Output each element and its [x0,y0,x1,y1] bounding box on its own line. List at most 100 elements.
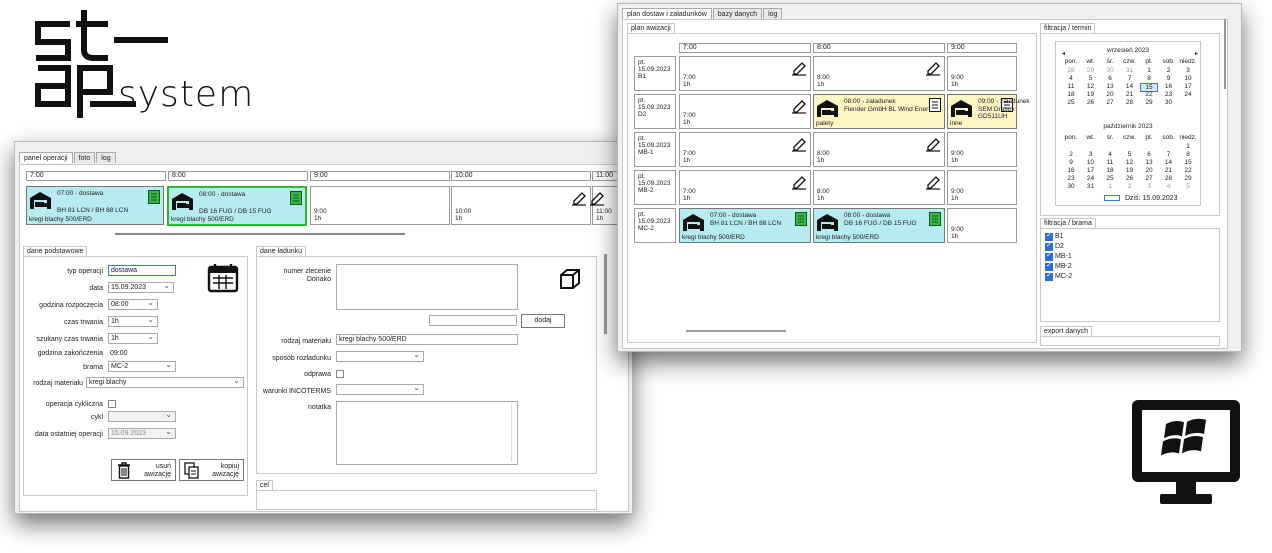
free-slot[interactable]: 8:00 1h [813,170,945,205]
pencil-icon[interactable] [925,136,941,152]
calendar-day[interactable]: 3 [1082,151,1100,158]
calendar-day[interactable]: 5 [1179,183,1197,190]
calendar-day[interactable]: 17 [1179,83,1197,90]
calendar-day[interactable]: 7 [1121,75,1139,82]
calendar-day[interactable]: 13 [1140,159,1158,166]
calendar-day[interactable]: 5 [1082,75,1100,82]
calendar-day[interactable]: 28 [1062,67,1080,74]
calendar-day[interactable]: 1 [1179,143,1197,150]
odprawa-checkbox[interactable] [336,370,344,378]
calendar-day[interactable]: 16 [1062,167,1080,174]
calendar-day[interactable]: 2 [1160,67,1178,74]
material-select[interactable]: kregi blachy [86,377,244,388]
tab-foto[interactable]: foto [73,152,96,163]
order-textarea[interactable] [336,264,518,310]
free-slot[interactable]: 10:00 1h [451,186,591,225]
calendar-day[interactable]: 24 [1179,91,1197,98]
timeline-scrollbar[interactable] [115,233,405,235]
calendar-day[interactable]: 12 [1121,159,1139,166]
calendar-day[interactable]: 23 [1160,91,1178,98]
duration-select[interactable]: 1h [108,316,158,327]
calendar-day[interactable]: 30 [1101,67,1119,74]
form-scrollbar[interactable] [604,254,607,334]
calendar-day[interactable]: 21 [1160,167,1178,174]
calendar-day[interactable]: 14 [1160,159,1178,166]
free-slot[interactable]: 8:00 1h [813,132,945,167]
calendar-day[interactable]: 4 [1062,75,1080,82]
cyclic-checkbox[interactable] [108,400,116,408]
event-card[interactable]: 07:00 - dostawa BH 81 LCN / BH 88 LCN kreg… [679,208,811,243]
calendar-day[interactable]: 3 [1140,183,1158,190]
calendar-day[interactable]: 9 [1160,75,1178,82]
cycle-select[interactable] [108,411,176,422]
copy-button[interactable]: kopiuj awizację [179,459,244,481]
gate-checkbox[interactable] [1045,231,1053,241]
calendar-day[interactable]: 4 [1160,183,1178,190]
pencil-icon[interactable] [791,136,807,152]
plan-scrollbar[interactable] [686,330,786,332]
start-select[interactable]: 08:00 [108,299,158,310]
calendar-day[interactable]: 22 [1179,167,1197,174]
calendar-day[interactable]: 30 [1062,183,1080,190]
calendar-day[interactable]: 25 [1062,99,1080,106]
calendar-day[interactable]: 29 [1082,67,1100,74]
calendar-day[interactable]: 13 [1101,83,1119,90]
search-duration-select[interactable]: 1h [108,333,158,344]
gate-checkbox[interactable] [1045,251,1053,261]
calendar-day[interactable]: 20 [1101,91,1119,98]
event-card-selected[interactable]: 08:00 - dostawa DB 16 FUG / DB 15 FUG kr… [167,186,307,226]
calendar-day[interactable]: 21 [1121,91,1139,98]
unload-select[interactable] [336,351,424,362]
tab-bazy-danych[interactable]: bazy danych [712,8,763,19]
today-label[interactable]: Dziś: 15.09.2023 [1125,195,1178,202]
free-slot[interactable]: 9:001h [947,56,1017,91]
note-scrollbar[interactable] [511,404,516,462]
free-slot[interactable]: 8:00 1h [813,56,945,91]
calendar-day[interactable]: 11 [1101,159,1119,166]
free-slot[interactable]: 9:001h [947,170,1017,205]
calendar-day[interactable]: 19 [1121,167,1139,174]
calendar-day[interactable]: 5 [1121,151,1139,158]
calendar-day[interactable]: 7 [1160,151,1178,158]
calendar-day[interactable]: 11 [1062,83,1080,90]
tab-log[interactable]: log [96,152,116,163]
calendar-day[interactable]: 31 [1121,67,1139,74]
calendar-day[interactable]: 1 [1140,67,1158,74]
calendar-day[interactable]: 29 [1140,99,1158,106]
calendar-day[interactable]: 18 [1062,91,1080,98]
pencil-icon[interactable] [791,60,807,76]
right-scrollbar[interactable] [1224,19,1226,89]
free-slot[interactable]: 9:001h [947,208,1017,243]
calendar-october[interactable]: październik 2023 pon. wt. śr. czw. pt. sob. nie… [1058,123,1198,203]
calendar-icon[interactable] [207,263,239,293]
calendar-day[interactable]: 28 [1121,99,1139,106]
event-card[interactable]: 09:00 - załadunek SEM Drasov GD511UH inne [947,94,1030,129]
free-slot[interactable]: 7:00 1h [679,94,811,129]
calendar-day[interactable]: 29 [1179,175,1197,182]
calendar-day[interactable]: 24 [1082,175,1100,182]
tab-plan-dostaw[interactable]: plan dostaw i załadunków [622,8,712,19]
calendar-day[interactable]: 17 [1082,167,1100,174]
event-card[interactable]: 07:00 - dostawa BH 81 LCN / BH 88 LCN kr… [26,186,164,225]
last-date-picker[interactable]: 15.09.2023 [108,428,176,439]
incoterms-select[interactable] [336,384,424,395]
calendar-day[interactable]: 10 [1179,75,1197,82]
calendar-day[interactable]: 2 [1121,183,1139,190]
calendar-day[interactable]: 19 [1082,91,1100,98]
calendar-september[interactable]: wrzesień 2023 pon. wt. śr. czw. pt. sob. niedz.… [1058,47,1198,117]
calendar-day[interactable]: 22 [1140,91,1158,98]
calendar-day[interactable]: 27 [1140,175,1158,182]
calendar-day[interactable]: 26 [1082,99,1100,106]
add-button[interactable]: dodaj [521,314,565,328]
pencil-icon[interactable] [571,190,587,206]
note-textarea[interactable] [336,401,518,465]
typ-input[interactable]: dostawa [108,265,176,276]
calendar-day[interactable]: 2 [1062,151,1080,158]
calendar-day[interactable]: 3 [1179,67,1197,74]
calendar-day[interactable]: 8 [1140,75,1158,82]
free-slot[interactable]: 9:001h [310,186,450,225]
calendar-day[interactable]: 14 [1121,83,1139,90]
calendar-day[interactable]: 12 [1082,83,1100,90]
delete-button[interactable]: usuń awizację [111,459,176,481]
free-slot[interactable]: 7:00 1h [679,132,811,167]
